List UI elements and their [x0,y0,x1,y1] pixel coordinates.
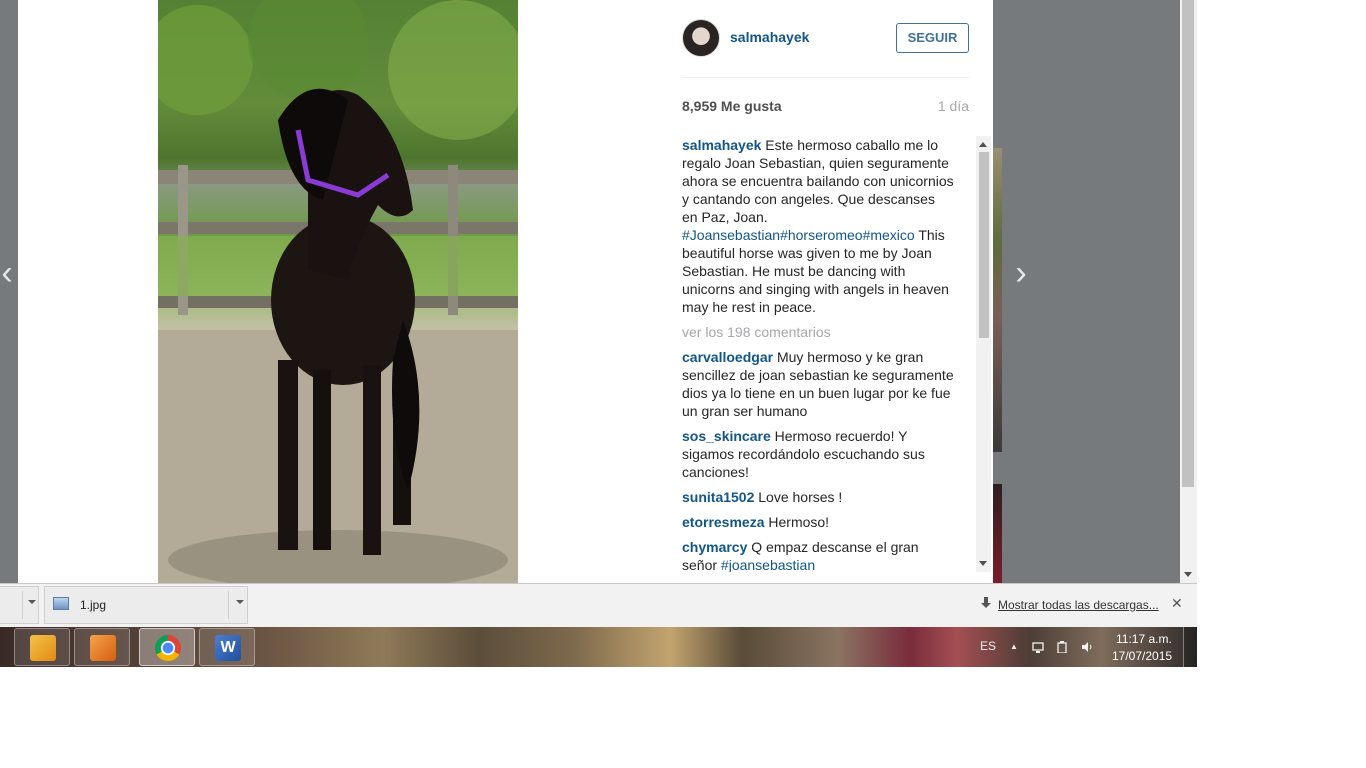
next-photo-peek-lower [993,484,1002,583]
download-item[interactable]: 1.jpg [44,586,248,624]
post-caption: salmahayek Este hermoso caballo me lo re… [682,136,954,316]
language-indicator[interactable]: ES [980,639,996,653]
post-age[interactable]: 1 día [938,98,969,114]
taskbar-word-button[interactable]: W [199,628,255,666]
chevron-down-icon[interactable] [236,600,244,604]
clock-date[interactable]: 17/07/2015 [1112,649,1172,663]
media-player-icon [90,635,116,661]
taskbar: W ES ▲ 11:17 a.m. 17/07/2015 [0,627,1197,667]
browser-viewport: ‹ salmahayek SEGUIR 8,959 Me gusta 1 día… [0,0,1197,583]
comments-scrollbar[interactable] [976,136,991,572]
chevron-down-icon[interactable] [28,600,36,604]
comments-scrollbar-thumb[interactable] [979,152,989,338]
chrome-icon [155,635,181,661]
list-item: sos_skincare Hermoso recuerdo! Y sigamos… [682,427,954,481]
word-icon: W [215,635,241,661]
comments-list: salmahayek Este hermoso caballo me lo re… [682,136,954,572]
next-post-arrow-icon[interactable]: › [1006,256,1036,290]
taskbar-media-player-button[interactable] [74,628,130,666]
list-item: sunita1502 Love horses ! [682,488,954,506]
avatar[interactable] [682,19,720,57]
next-photo-peek [993,148,1002,452]
post-modal: salmahayek SEGUIR 8,959 Me gusta 1 día s… [18,0,993,583]
show-desktop-button[interactable] [1183,627,1197,667]
comment-text: Hermoso! [768,514,830,530]
volume-icon[interactable] [1081,641,1093,653]
follow-button[interactable]: SEGUIR [896,23,969,53]
divider [22,591,23,619]
list-item: carvalloedgar Muy hermoso y ke gran senc… [682,348,954,420]
horse-photo-illustration [158,0,518,583]
download-icon [981,597,991,608]
previous-download-item[interactable] [0,586,39,624]
taskbar-chrome-button[interactable] [139,628,195,666]
image-file-icon [53,597,69,610]
show-hidden-icons-icon[interactable]: ▲ [1010,641,1022,653]
post-username-link[interactable]: salmahayek [730,29,809,45]
taskbar-outlook-button[interactable] [14,628,70,666]
comment-hashtag-link[interactable]: #joansebastian [721,557,815,572]
list-item: etorresmeza Hermoso! [682,513,954,531]
outlook-icon [30,635,56,661]
network-icon[interactable] [1032,641,1044,653]
caption-username-link[interactable]: salmahayek [682,137,761,153]
scroll-down-icon[interactable] [979,561,987,566]
comment-username-link[interactable]: chymarcy [682,539,747,555]
comment-username-link[interactable]: sunita1502 [682,489,754,505]
comment-username-link[interactable]: carvalloedgar [682,349,773,365]
caption-hashtags-link[interactable]: #Joansebastian#horseromeo#mexico [682,227,915,243]
power-icon[interactable] [1056,641,1068,653]
comment-username-link[interactable]: sos_skincare [682,428,771,444]
list-item: chymarcy Q empaz descanse el gran señor … [682,538,954,572]
comment-username-link[interactable]: etorresmeza [682,514,765,530]
show-all-downloads-link[interactable]: Mostrar todas las descargas... [998,598,1159,612]
divider [228,591,229,619]
page-scrollbar-thumb[interactable] [1182,0,1194,487]
clock-time[interactable]: 11:17 a.m. [1116,632,1172,646]
post-side-panel: salmahayek SEGUIR 8,959 Me gusta 1 día s… [682,0,969,583]
view-all-comments-link[interactable]: ver los 198 comentarios [682,323,954,341]
close-icon[interactable]: ✕ [1171,595,1183,612]
download-bar: 1.jpg Mostrar todas las descargas... ✕ [0,583,1197,627]
likes-count[interactable]: 8,959 Me gusta [682,98,782,114]
page-scrollbar[interactable] [1180,0,1197,583]
divider [682,77,969,78]
post-photo[interactable] [158,0,518,583]
scroll-up-icon[interactable] [979,142,987,147]
comment-text: Love horses ! [758,489,843,505]
download-file-name[interactable]: 1.jpg [80,598,106,612]
page-scroll-down-icon[interactable] [1184,572,1192,577]
